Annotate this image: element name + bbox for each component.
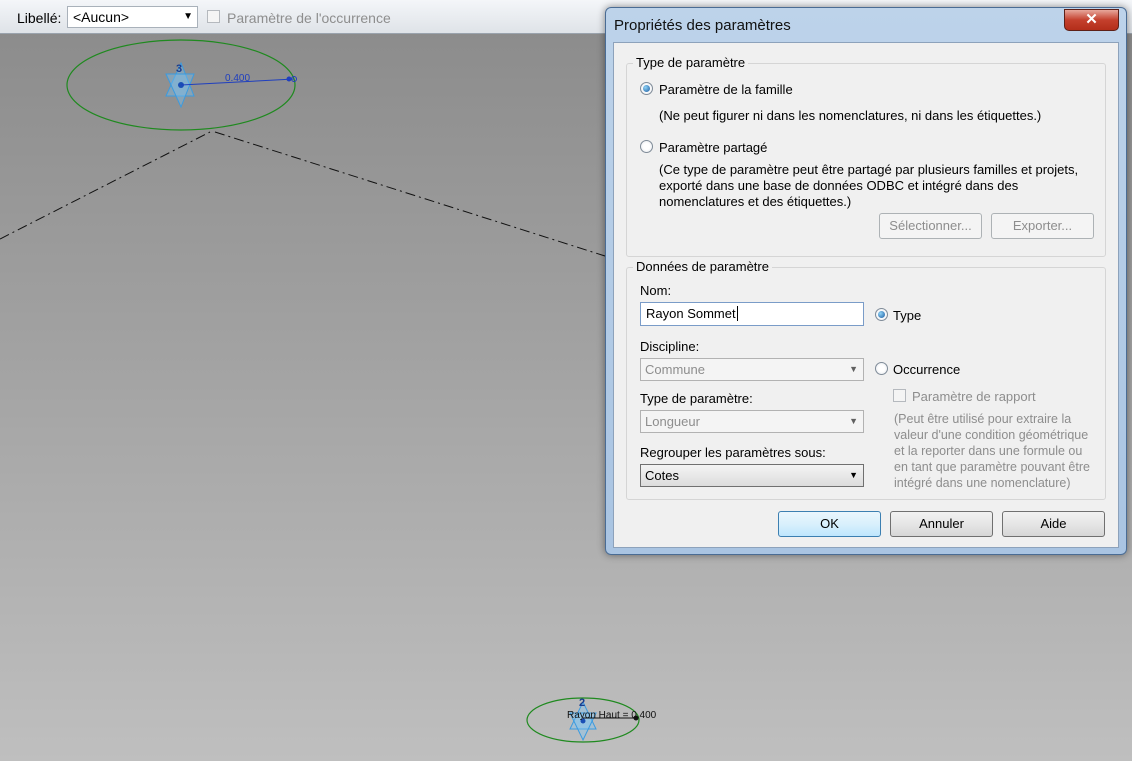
label-combobox[interactable]: <Aucun> ▼: [67, 6, 198, 28]
chevron-down-icon: ▼: [849, 364, 858, 374]
type-radio[interactable]: [875, 308, 888, 321]
type-radio-label: Type: [893, 308, 922, 323]
family-parameter-radio[interactable]: [640, 82, 653, 95]
name-label: Nom:: [640, 283, 672, 298]
cancel-button[interactable]: Annuler: [890, 511, 993, 537]
report-parameter-description: (Peut être utilisé pour extraire la vale…: [894, 411, 1090, 491]
select-button[interactable]: Sélectionner...: [879, 213, 982, 239]
occurrence-radio[interactable]: [875, 362, 888, 375]
group-under-select[interactable]: Cotes ▼: [640, 464, 864, 487]
label-combobox-value: <Aucun>: [73, 9, 130, 25]
report-desc-line-3: et la reporter dans une formule ou: [894, 444, 1083, 458]
chevron-down-icon: ▼: [849, 416, 858, 426]
family-parameter-label: Paramètre de la famille: [659, 82, 793, 97]
report-desc-line-1: (Peut être utilisé pour extraire la: [894, 412, 1072, 426]
report-parameter-label: Paramètre de rapport: [912, 389, 1036, 404]
report-desc-line-2: valeur d'une condition géométrique: [894, 428, 1089, 442]
report-desc-line-4: en tant que paramètre pouvant être: [894, 460, 1090, 474]
parameter-data-group: Données de paramètre Nom: Rayon Sommet T…: [626, 259, 1106, 500]
top-dimension-value: 0.400: [225, 73, 250, 84]
bottom-ref-number: 2: [579, 697, 585, 709]
parameter-type-group: Type de paramètre Paramètre de la famill…: [626, 55, 1106, 257]
dialog-title: Propriétés des paramètres: [614, 17, 791, 34]
export-button[interactable]: Exporter...: [991, 213, 1094, 239]
discipline-label: Discipline:: [640, 339, 700, 354]
help-button[interactable]: Aide: [1002, 511, 1105, 537]
parameter-data-legend: Données de paramètre: [633, 259, 772, 274]
family-parameter-description: (Ne peut figurer ni dans les nomenclatur…: [659, 108, 1042, 123]
report-desc-line-5: intégré dans une nomenclature): [894, 476, 1071, 490]
dialog-client-area: Type de paramètre Paramètre de la famill…: [613, 42, 1119, 548]
parameter-type-select-value: Longueur: [645, 414, 700, 429]
group-under-select-value: Cotes: [645, 468, 679, 483]
reference-line-right: [214, 131, 606, 257]
close-icon[interactable]: ✕: [1064, 9, 1119, 31]
chevron-down-icon: ▼: [849, 470, 858, 480]
parameter-type-label: Type de paramètre:: [640, 391, 753, 406]
shared-parameter-radio[interactable]: [640, 140, 653, 153]
parameter-properties-dialog: Propriétés des paramètres ✕ Type de para…: [605, 7, 1127, 555]
top-ref-number: 3: [176, 63, 182, 75]
bottom-dimension-label: Rayon Haut = 0.400: [567, 710, 657, 721]
name-input-value: Rayon Sommet: [646, 306, 736, 321]
ok-button[interactable]: OK: [778, 511, 881, 537]
label-caption: Libellé:: [17, 10, 62, 26]
name-input[interactable]: Rayon Sommet: [640, 302, 864, 326]
shared-parameter-description-2: exporté dans une base de données ODBC et…: [659, 178, 1019, 193]
instance-parameter-label: Paramètre de l'occurrence: [227, 10, 391, 26]
dropdown-arrow-icon: ▼: [183, 11, 193, 22]
top-dimension-endpoint: [286, 76, 292, 82]
shared-parameter-label: Paramètre partagé: [659, 140, 768, 155]
reference-line-left: [0, 131, 211, 240]
discipline-select-value: Commune: [645, 362, 705, 377]
shared-parameter-description-1: (Ce type de paramètre peut être partagé …: [659, 162, 1079, 177]
occurrence-radio-label: Occurrence: [893, 362, 961, 377]
discipline-select[interactable]: Commune ▼: [640, 358, 864, 381]
shared-parameter-description-3: nomenclatures et des étiquettes.): [659, 194, 852, 209]
parameter-type-legend: Type de paramètre: [633, 55, 749, 70]
group-under-label: Regrouper les paramètres sous:: [640, 445, 826, 460]
parameter-type-select[interactable]: Longueur ▼: [640, 410, 864, 433]
instance-parameter-checkbox[interactable]: [207, 10, 220, 23]
report-parameter-checkbox[interactable]: [893, 389, 906, 402]
